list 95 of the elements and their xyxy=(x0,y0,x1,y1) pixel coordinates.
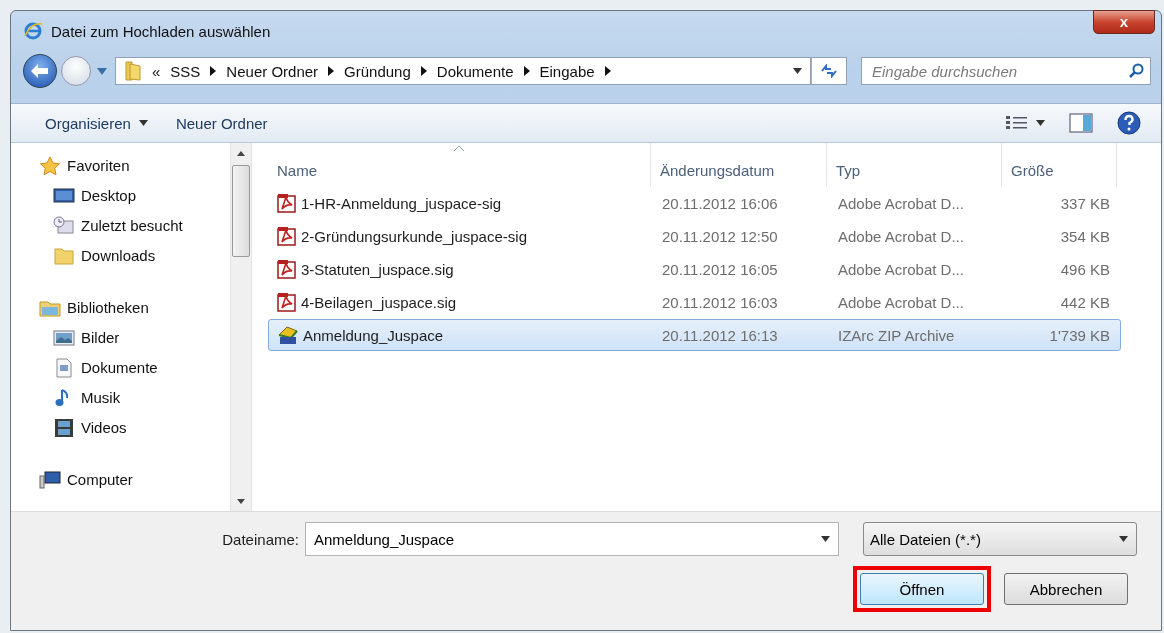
breadcrumb-item[interactable]: Dokumente xyxy=(436,62,514,80)
dialog-button[interactable]: Abbrechen xyxy=(1004,573,1128,605)
sidebar-item[interactable]: Musik xyxy=(39,387,230,408)
chevron-icon xyxy=(210,66,217,76)
sidebar-group[interactable]: Computer xyxy=(39,469,230,490)
close-button[interactable]: x xyxy=(1093,10,1155,34)
column-header[interactable]: Größe xyxy=(1002,143,1117,187)
scroll-down-icon[interactable] xyxy=(237,498,245,504)
chevron-icon xyxy=(604,66,611,76)
help-icon xyxy=(1117,111,1141,135)
dialog-button[interactable]: Öffnen xyxy=(860,573,984,605)
chevron-icon xyxy=(523,66,530,76)
column-header[interactable]: Name xyxy=(268,143,651,187)
documents-icon xyxy=(53,357,75,378)
date-cell-text: 20.11.2012 16:13 xyxy=(661,326,779,344)
sidebar-item[interactable]: Desktop xyxy=(39,185,230,206)
file-row[interactable]: Anmeldung_Juspace 20.11.2012 16:13 IZArc ZIP Archive 1'739 KB xyxy=(268,319,1121,351)
breadcrumb-overflow[interactable]: « xyxy=(152,62,161,80)
back-arrow-icon xyxy=(30,63,50,79)
breadcrumb-item[interactable]: Neuer Ordner xyxy=(226,62,319,80)
scrollbar[interactable] xyxy=(230,143,251,511)
sidebar-group[interactable]: Favoriten xyxy=(39,155,230,176)
back-button[interactable] xyxy=(23,54,57,88)
file-name: 3-Statuten_juspace.sig xyxy=(301,260,454,278)
recent-icon xyxy=(53,215,75,236)
dropdown-caret-icon xyxy=(793,68,802,74)
pdf-file-icon xyxy=(277,226,297,246)
search-field[interactable]: Eingabe durchsuchen xyxy=(861,57,1151,85)
sidebar-item[interactable]: Zuletzt besucht xyxy=(39,215,230,236)
type-cell-text: IZArc ZIP Archive xyxy=(837,326,956,344)
refresh-icon xyxy=(820,64,838,78)
new-folder-button[interactable]: Neuer Ordner xyxy=(167,110,276,136)
size-cell-text: 337 KB xyxy=(1059,194,1111,212)
file-name: 1-HR-Anmeldung_juspace-sig xyxy=(301,194,502,212)
size-cell-text: 1'739 KB xyxy=(1048,326,1111,344)
pdf-file-icon xyxy=(277,193,297,213)
pdf-file-icon xyxy=(277,292,297,312)
column-header[interactable]: Änderungsdatum xyxy=(651,143,827,187)
type-cell-text: Adobe Acrobat D... xyxy=(837,194,965,212)
search-input[interactable]: Eingabe durchsuchen xyxy=(872,62,1128,80)
pdf-file-icon xyxy=(277,259,297,279)
date-cell-text: 20.11.2012 12:50 xyxy=(661,227,779,245)
file-name: Anmeldung_Juspace xyxy=(303,326,444,344)
pictures-icon xyxy=(53,327,75,348)
sidebar-group[interactable]: Bibliotheken xyxy=(39,297,230,318)
breadcrumb-item[interactable]: SSS xyxy=(170,62,201,80)
folder-icon xyxy=(53,245,75,266)
file-row[interactable]: 3-Statuten_juspace.sig 20.11.2012 16:05 Adobe Acrobat D... 496 KB xyxy=(268,253,1121,285)
type-cell-text: Adobe Acrobat D... xyxy=(837,227,965,245)
chevron-icon xyxy=(328,66,335,76)
filename-field[interactable]: Anmeldung_Juspace xyxy=(305,522,839,556)
folder-icon xyxy=(124,60,142,82)
chevron-icon xyxy=(420,66,427,76)
filename-label: Dateiname: xyxy=(221,530,299,548)
file-row[interactable]: 4-Beilagen_juspace.sig 20.11.2012 16:03 Adobe Acrobat D... 442 KB xyxy=(268,286,1121,318)
desktop-icon xyxy=(53,185,75,206)
file-name: 4-Beilagen_juspace.sig xyxy=(301,293,457,311)
sidebar-item[interactable]: Downloads xyxy=(39,245,230,266)
file-type-dropdown[interactable]: Alle Dateien (*.*) xyxy=(863,522,1137,556)
size-cell-text: 442 KB xyxy=(1059,293,1111,311)
search-icon xyxy=(1128,63,1144,79)
file-row[interactable]: 1-HR-Anmeldung_juspace-sig 20.11.2012 16:06 Adobe Acrobat D... 337 KB xyxy=(268,187,1121,219)
scrollbar-thumb[interactable] xyxy=(232,165,250,257)
file-name: 2-Gründungsurkunde_juspace-sig xyxy=(301,227,527,245)
videos-icon xyxy=(53,417,75,438)
scroll-up-icon[interactable] xyxy=(237,150,245,156)
caret-icon xyxy=(821,536,830,542)
address-bar[interactable]: « SSS Neuer Ordner Gründung Dokumente Eingabe xyxy=(115,57,811,85)
caret-icon xyxy=(1036,120,1045,126)
details-view-icon xyxy=(1006,115,1028,131)
zip-archive-icon xyxy=(277,325,299,345)
preview-pane-icon xyxy=(1069,113,1093,133)
breadcrumb-item[interactable]: Gründung xyxy=(344,62,411,80)
star-icon xyxy=(39,155,61,176)
sidebar-item[interactable]: Videos xyxy=(39,417,230,438)
caret-icon xyxy=(1119,536,1128,542)
organize-menu-button[interactable]: Organisieren xyxy=(37,110,156,136)
date-cell-text: 20.11.2012 16:05 xyxy=(661,260,779,278)
browser-logo-icon xyxy=(23,21,43,41)
caret-icon xyxy=(138,120,148,126)
breadcrumb-item[interactable]: Eingabe xyxy=(539,62,595,80)
size-cell-text: 496 KB xyxy=(1059,260,1111,278)
computer-icon xyxy=(39,469,61,490)
size-cell-text: 354 KB xyxy=(1059,227,1111,245)
type-cell-text: Adobe Acrobat D... xyxy=(837,260,965,278)
column-header[interactable]: Typ xyxy=(827,143,1002,187)
type-cell-text: Adobe Acrobat D... xyxy=(837,293,965,311)
date-cell-text: 20.11.2012 16:06 xyxy=(661,194,779,212)
sidebar-item[interactable]: Dokumente xyxy=(39,357,230,378)
window-title: Datei zum Hochladen auswählen xyxy=(51,22,271,40)
file-row[interactable]: 2-Gründungsurkunde_juspace-sig 20.11.2012 12:50 Adobe Acrobat D... 354 KB xyxy=(268,220,1121,252)
sidebar-item[interactable]: Bilder xyxy=(39,327,230,348)
filename-input[interactable]: Anmeldung_Juspace xyxy=(312,529,821,549)
refresh-button[interactable] xyxy=(811,57,847,85)
date-cell-text: 20.11.2012 16:03 xyxy=(661,293,779,311)
